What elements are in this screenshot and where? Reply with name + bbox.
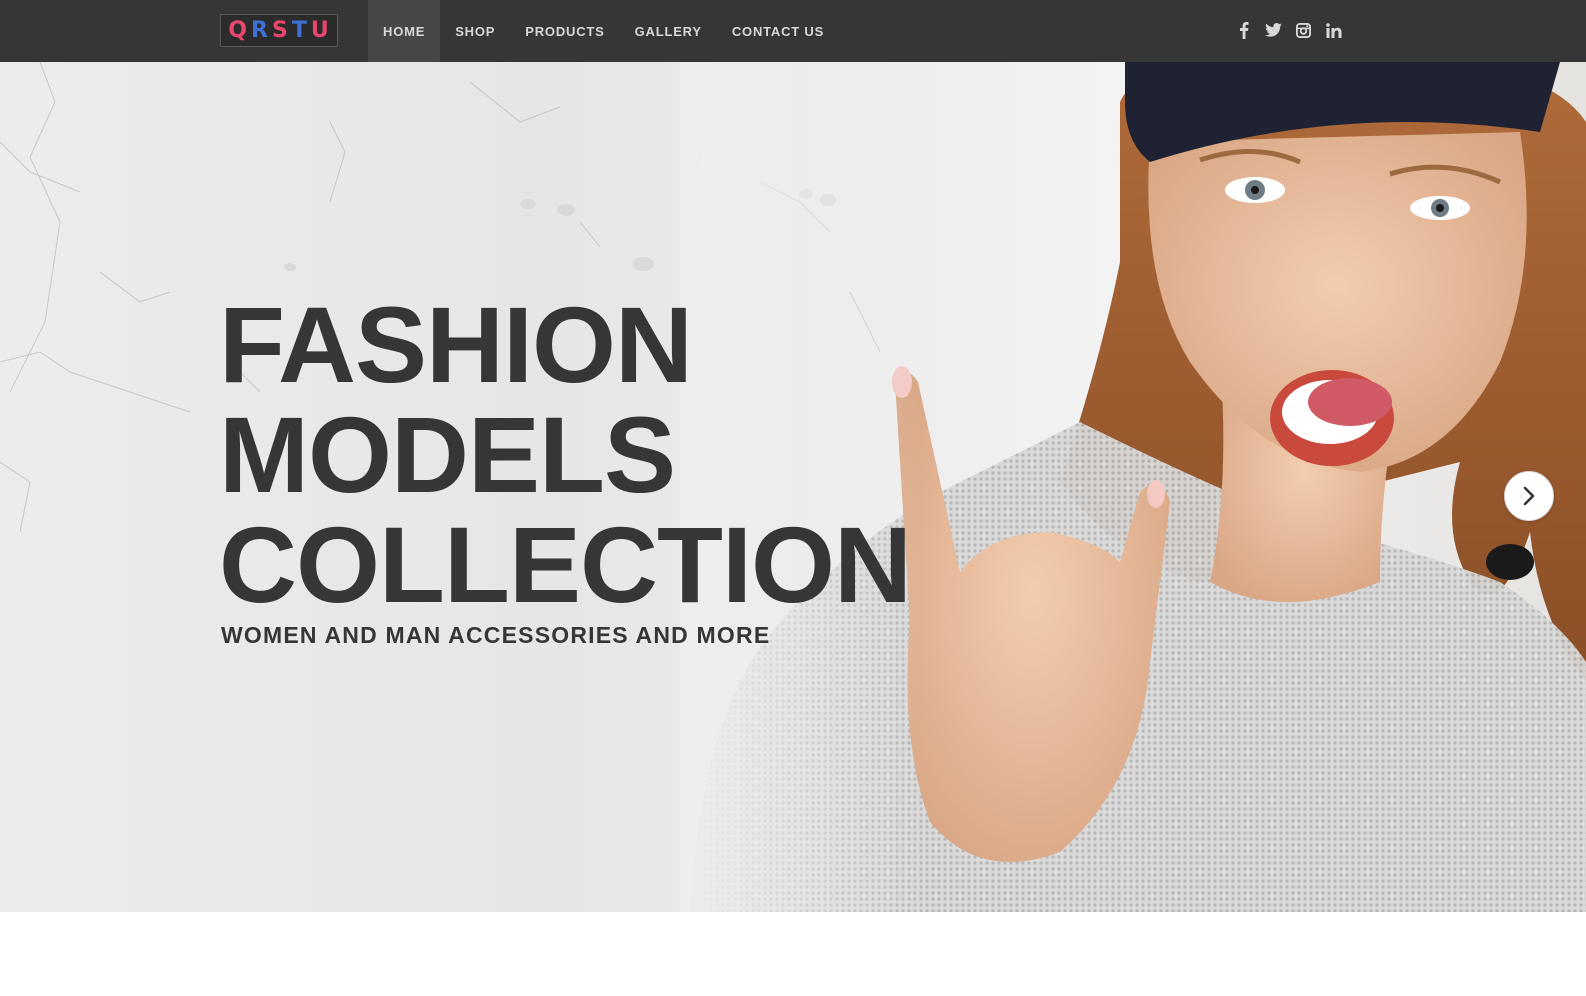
main-menu: HOME SHOP PRODUCTS GALLERY CONTACT US	[368, 0, 839, 62]
nav-item-contact-us[interactable]: CONTACT US	[717, 0, 839, 62]
logo-letter: Q	[228, 17, 248, 43]
logo-letter: R	[251, 17, 269, 43]
hero-subheadline: WOMEN AND MAN ACCESSORIES AND MORE	[221, 622, 771, 648]
nav-item-gallery[interactable]: GALLERY	[620, 0, 717, 62]
nav-item-products[interactable]: PRODUCTS	[510, 0, 619, 62]
social-links	[1234, 18, 1343, 44]
facebook-icon[interactable]	[1234, 18, 1253, 42]
nav-item-shop[interactable]: SHOP	[440, 0, 510, 62]
nav-item-home[interactable]: HOME	[368, 0, 441, 62]
twitter-icon[interactable]	[1264, 18, 1283, 42]
brand-logo[interactable]: Q R S T U	[220, 14, 338, 47]
headline-line: COLLECTION	[219, 504, 912, 625]
hero-headline: FASHION MODELS COLLECTION	[219, 290, 919, 620]
linkedin-icon[interactable]	[1324, 18, 1343, 42]
headline-line: MODELS	[219, 394, 676, 515]
slider-next-button[interactable]	[1504, 471, 1554, 521]
chevron-right-icon	[1523, 486, 1535, 506]
logo-letter: U	[310, 17, 330, 43]
top-navigation-bar: Q R S T U HOME SHOP PRODUCTS GALLERY CON…	[0, 0, 1586, 62]
instagram-icon[interactable]	[1294, 18, 1313, 42]
hero-slider: FASHION MODELS COLLECTION WOMEN AND MAN …	[0, 62, 1586, 912]
headline-line: FASHION	[219, 284, 693, 405]
logo-letter: T	[291, 17, 308, 43]
logo-letter: S	[271, 17, 289, 43]
